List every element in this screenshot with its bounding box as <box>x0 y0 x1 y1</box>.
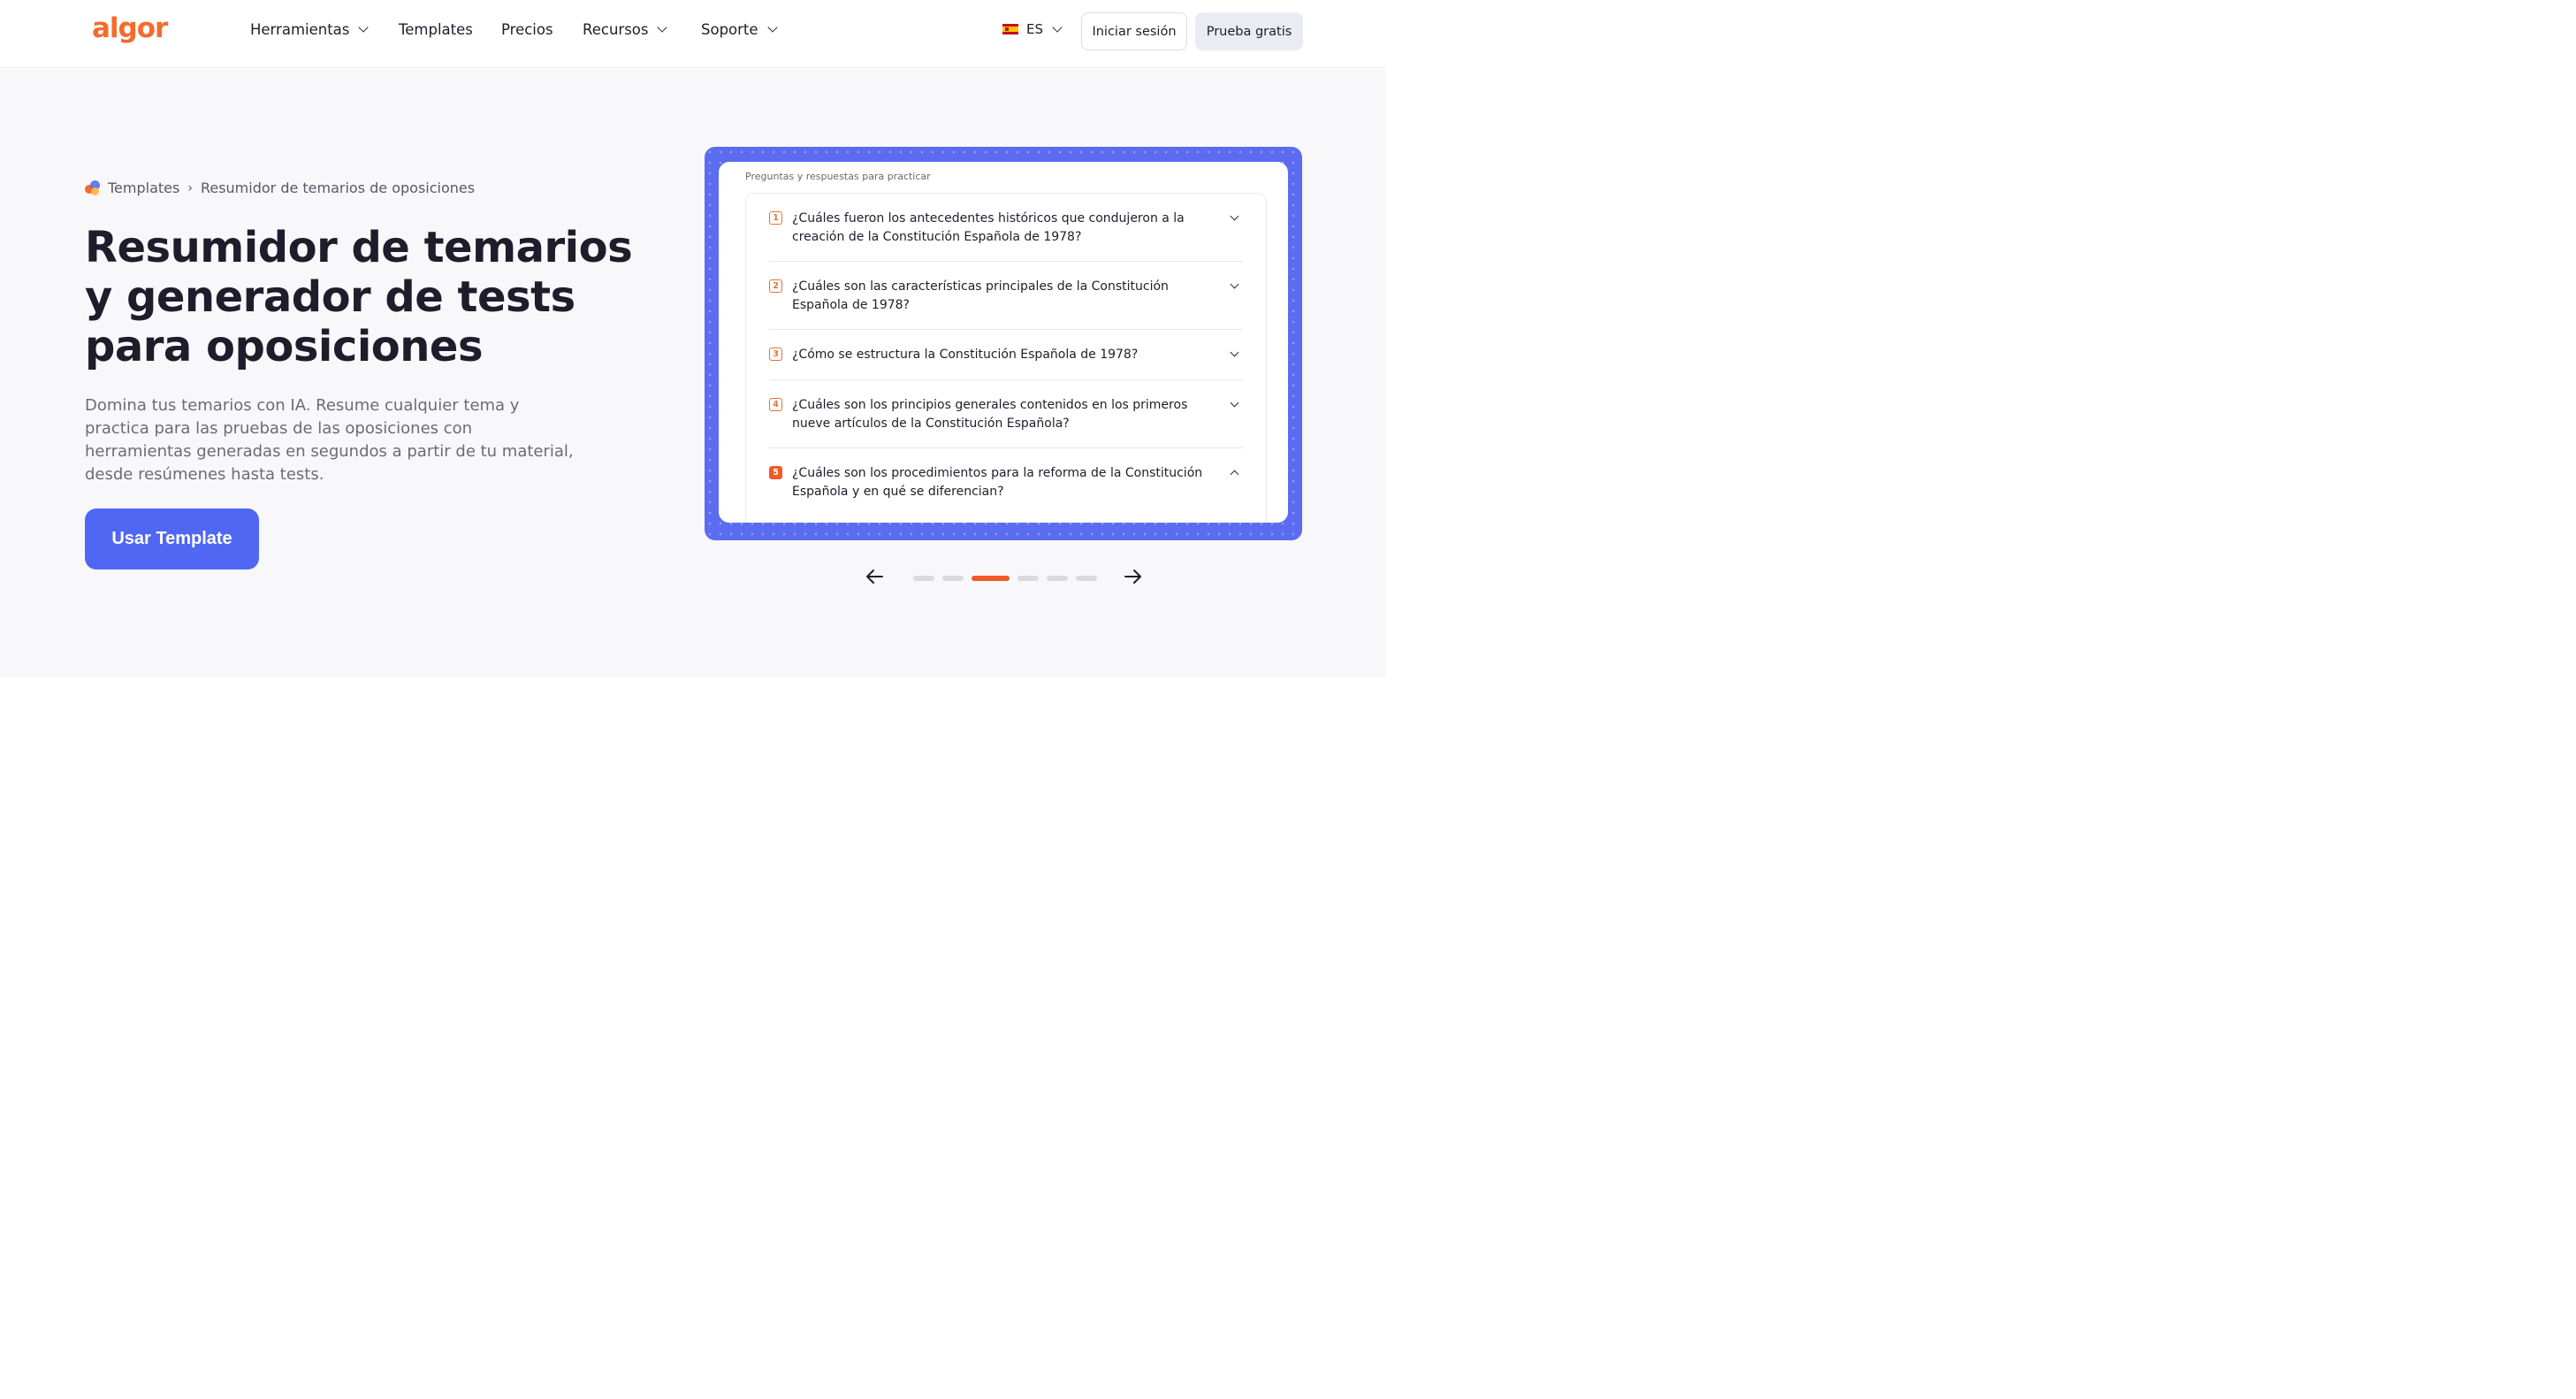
question-number: 5 <box>769 466 782 479</box>
nav-precios[interactable]: Precios <box>501 21 553 38</box>
carousel-dot[interactable] <box>1017 576 1039 581</box>
carousel-dot[interactable] <box>1076 576 1097 581</box>
carousel-dot-active[interactable] <box>972 576 1010 581</box>
preview-label: Preguntas y respuestas para practicar <box>745 171 931 182</box>
chevron-down-icon <box>358 22 370 33</box>
chevron-down-icon <box>1052 21 1063 33</box>
page-title: Resumidor de temarios y generador de tes… <box>85 223 633 371</box>
chevron-down-icon <box>1230 398 1239 408</box>
qa-item-2[interactable]: 2 ¿Cuáles son las características princi… <box>769 279 1243 330</box>
question-number: 2 <box>769 279 782 293</box>
language-selector[interactable]: ES <box>1002 21 1063 37</box>
nav-label: Templates <box>399 21 473 38</box>
preview-frame: Preguntas y respuestas para practicar 1 … <box>705 147 1302 540</box>
site-header: algor Herramientas Templates Precios Rec… <box>0 0 1386 68</box>
question-text: ¿Cuáles son los procedimientos para la r… <box>792 466 1203 499</box>
hero-section: Templates › Resumidor de temarios de opo… <box>0 69 1386 677</box>
carousel-dot[interactable] <box>942 576 964 581</box>
carousel-dot[interactable] <box>1047 576 1068 581</box>
nav-label: Precios <box>501 21 553 38</box>
chevron-down-icon <box>657 22 668 33</box>
chevron-down-icon <box>1230 211 1239 221</box>
qa-list: 1 ¿Cuáles fueron los antecedentes histór… <box>745 193 1267 523</box>
question-number: 3 <box>769 348 782 361</box>
arrow-left-icon <box>866 570 883 584</box>
arrow-right-icon <box>1124 570 1141 584</box>
nav-recursos[interactable]: Recursos <box>583 21 668 38</box>
login-button[interactable]: Iniciar sesión <box>1081 12 1187 50</box>
hero-description: Domina tus temarios con IA. Resume cualq… <box>85 396 574 484</box>
algor-logo[interactable]: algor <box>92 12 168 44</box>
spain-flag-icon <box>1002 24 1018 34</box>
nav-label: Soporte <box>701 21 758 38</box>
carousel-dot[interactable] <box>913 576 934 581</box>
language-code: ES <box>1026 21 1043 37</box>
chevron-down-icon <box>1230 279 1239 289</box>
chevron-down-icon <box>1230 348 1239 357</box>
chevron-down-icon <box>766 22 778 33</box>
qa-item-1[interactable]: 1 ¿Cuáles fueron los antecedentes histór… <box>769 211 1243 262</box>
nav-herramientas[interactable]: Herramientas <box>250 21 370 38</box>
nav-label: Recursos <box>583 21 649 38</box>
question-number: 4 <box>769 398 782 411</box>
qa-preview-card: Preguntas y respuestas para practicar 1 … <box>719 162 1288 523</box>
breadcrumb: Templates › Resumidor de temarios de opo… <box>85 180 475 196</box>
question-text: ¿Cómo se estructura la Constitución Espa… <box>792 348 1139 362</box>
question-text: ¿Cuáles son las características principa… <box>792 279 1169 312</box>
qa-item-4[interactable]: 4 ¿Cuáles son los principios generales c… <box>769 398 1243 448</box>
question-number: 1 <box>769 211 782 225</box>
qa-item-3[interactable]: 3 ¿Cómo se estructura la Constitución Es… <box>769 348 1243 380</box>
breadcrumb-current: Resumidor de temarios de oposiciones <box>200 180 476 196</box>
free-trial-button[interactable]: Prueba gratis <box>1195 12 1303 50</box>
chevron-up-icon <box>1230 470 1239 479</box>
nav-label: Herramientas <box>250 21 350 38</box>
nav-templates[interactable]: Templates <box>399 21 473 38</box>
question-text: ¿Cuáles son los principios generales con… <box>792 398 1188 431</box>
chevron-right-icon: › <box>187 180 193 195</box>
qa-item-5[interactable]: 5 ¿Cuáles son los procedimientos para la… <box>769 466 1243 516</box>
breadcrumb-templates-link[interactable]: Templates <box>108 180 179 196</box>
carousel-indicators <box>913 576 1105 581</box>
nav-soporte[interactable]: Soporte <box>701 21 778 38</box>
carousel-prev-arrow[interactable] <box>865 566 886 587</box>
carousel-next-arrow[interactable] <box>1122 566 1143 587</box>
use-template-button[interactable]: Usar Template <box>85 508 259 570</box>
question-text: ¿Cuáles fueron los antecedentes históric… <box>792 211 1185 244</box>
algor-mark-icon <box>85 180 101 196</box>
